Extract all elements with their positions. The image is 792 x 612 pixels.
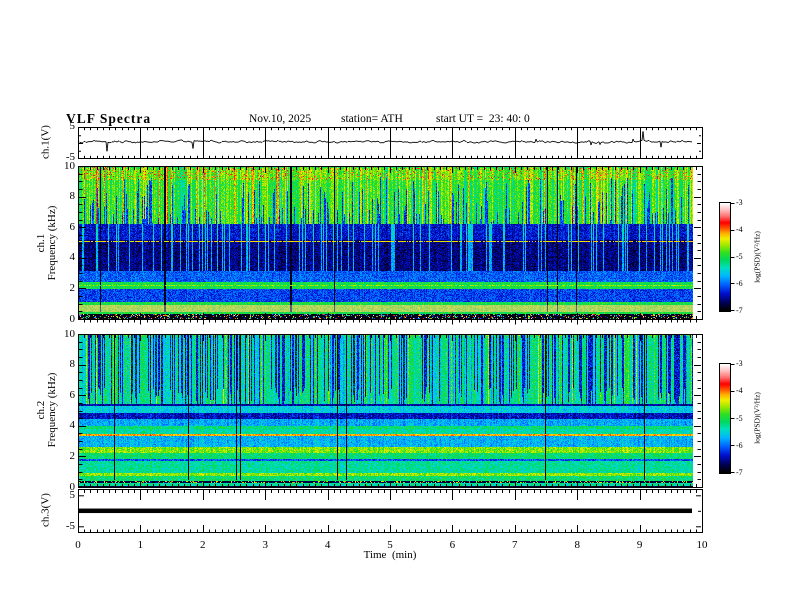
tick-label: 10 <box>64 159 75 172</box>
tick-label: 4 <box>324 539 331 551</box>
colorbar-ch2 <box>719 363 736 475</box>
tick-label: -5 <box>736 413 743 423</box>
tick-label: 10 <box>696 539 708 551</box>
colorbar-ch2-unit-label: log(PSD)(V²/Hz) <box>752 392 762 444</box>
tick-label: 3 <box>262 539 268 551</box>
ch1-spectrogram-plot <box>78 166 703 326</box>
tick-label: -4 <box>736 225 743 234</box>
colorbar-ch1-unit-label: log(PSD)(V²/Hz) <box>752 231 762 283</box>
time-axis-label: Time (min) <box>363 549 417 561</box>
tick-label: 0 <box>69 312 76 325</box>
tick-label: 2 <box>69 281 76 294</box>
tick-label: 8 <box>574 539 580 551</box>
ch2-frequency-axis-label: ch.2 Frequency (kHz) <box>35 372 58 448</box>
ch2-spectrogram-plot <box>78 334 703 494</box>
tick-label: 6 <box>69 388 76 401</box>
header-station: station= ATH <box>341 113 403 125</box>
tick-label: 10 <box>64 327 75 340</box>
tick-label: -7 <box>736 468 743 477</box>
tick-label: -6 <box>736 440 743 450</box>
tick-label: 5 <box>69 120 76 132</box>
tick-label: -7 <box>736 306 743 315</box>
tick-label: 4 <box>69 251 76 264</box>
ch3-waveform-plot <box>78 489 703 533</box>
tick-label: 6 <box>449 539 456 551</box>
tick-label: -3 <box>736 198 743 207</box>
tick-label: 8 <box>69 358 76 371</box>
tick-label: -3 <box>736 359 743 368</box>
header-start-ut: start UT = 23: 40: 0 <box>436 113 530 125</box>
tick-label: 7 <box>512 539 518 551</box>
tick-label: -6 <box>736 279 743 288</box>
tick-label: -5 <box>736 252 743 261</box>
ch1-waveform-plot <box>78 127 703 159</box>
vlf-spectra-figure: VLF Spectra Nov.10, 2025 station= ATH st… <box>0 0 792 612</box>
tick-label: 2 <box>200 539 206 551</box>
tick-label: -5 <box>65 519 75 532</box>
tick-label: 2 <box>69 449 76 462</box>
tick-label: -4 <box>736 386 743 396</box>
tick-label: 0 <box>75 539 81 551</box>
colorbar-ch1 <box>719 202 736 313</box>
header-date: Nov.10, 2025 <box>249 113 312 125</box>
tick-label: 9 <box>636 539 643 551</box>
tick-label: 1 <box>137 539 144 551</box>
tick-label: 4 <box>69 419 76 432</box>
page-title: VLF Spectra <box>66 111 152 126</box>
tick-label: 6 <box>69 220 76 233</box>
tick-label: 8 <box>69 190 76 203</box>
ch1-frequency-axis-label: ch.1 Frequency (kHz) <box>35 205 58 281</box>
tick-label: 5 <box>69 488 76 501</box>
